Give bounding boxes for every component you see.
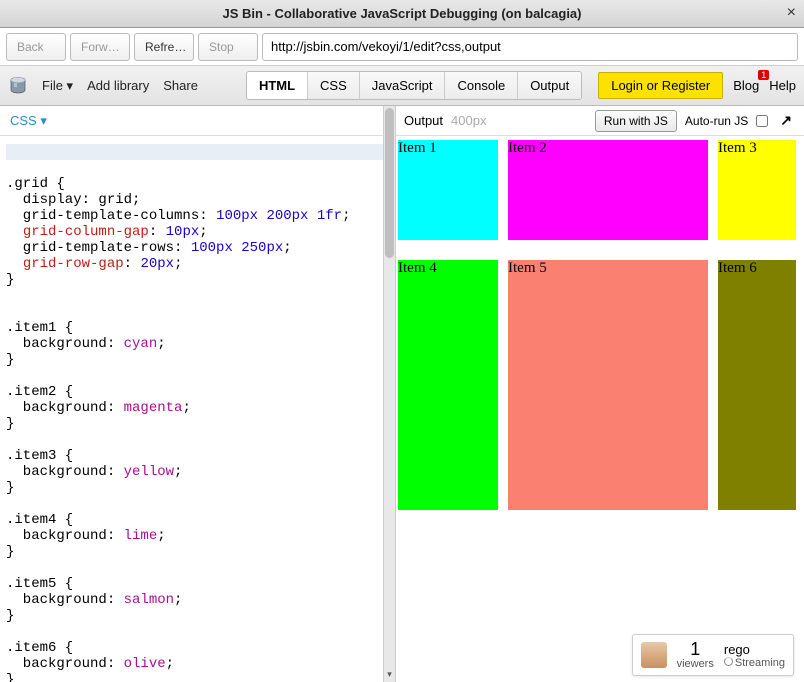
jsbin-logo-icon[interactable]	[8, 75, 28, 97]
popout-icon[interactable]: ↗	[776, 112, 796, 129]
tab-css[interactable]: CSS	[308, 72, 360, 99]
window-title: JS Bin - Collaborative JavaScript Debugg…	[222, 6, 581, 21]
add-library-link[interactable]: Add library	[87, 78, 149, 93]
rendered-grid: Item 1 Item 2 Item 3 Item 4 Item 5 Item …	[398, 140, 796, 510]
viewer-label: viewers	[677, 658, 714, 670]
window-close-icon[interactable]: ×	[787, 4, 796, 22]
help-link[interactable]: Help	[769, 78, 796, 93]
stop-button[interactable]: Stop	[198, 33, 258, 61]
avatar-icon	[641, 642, 667, 668]
stream-status: Streaming	[724, 657, 785, 669]
stream-status-box[interactable]: 1 viewers rego Streaming	[632, 634, 794, 676]
output-pane: Output 400px Run with JS Auto-run JS ↗ I…	[396, 106, 804, 682]
tab-html[interactable]: HTML	[247, 72, 308, 99]
blog-link[interactable]: Blog1	[733, 78, 759, 93]
panel-tabs: HTML CSS JavaScript Console Output	[246, 71, 582, 100]
window-titlebar: JS Bin - Collaborative JavaScript Debugg…	[0, 0, 804, 28]
autorun-checkbox[interactable]	[756, 115, 768, 127]
grid-item-1: Item 1	[398, 140, 498, 240]
grid-item-3: Item 3	[718, 140, 796, 240]
spinner-icon	[724, 657, 733, 666]
grid-item-5: Item 5	[508, 260, 708, 510]
output-width-label: 400px	[451, 113, 486, 128]
grid-item-2: Item 2	[508, 140, 708, 240]
scrollbar-thumb[interactable]	[385, 108, 394, 258]
login-register-button[interactable]: Login or Register	[598, 72, 723, 99]
forward-button[interactable]: Forw…	[70, 33, 130, 61]
css-language-dropdown[interactable]: CSS ▾	[10, 113, 47, 129]
back-button[interactable]: Back	[6, 33, 66, 61]
workspace: CSS ▾ .grid { display: grid; grid-templa…	[0, 106, 804, 682]
tab-output[interactable]: Output	[518, 72, 581, 99]
autorun-label: Auto-run JS	[685, 114, 748, 128]
css-editor-body[interactable]: .grid { display: grid; grid-template-col…	[0, 136, 395, 682]
tab-javascript[interactable]: JavaScript	[360, 72, 446, 99]
output-label: Output	[404, 113, 443, 128]
share-link[interactable]: Share	[163, 78, 198, 93]
app-toolbar: File ▾ Add library Share HTML CSS JavaSc…	[0, 66, 804, 106]
tab-console[interactable]: Console	[445, 72, 518, 99]
blog-badge: 1	[758, 70, 769, 80]
scrollbar-down-icon[interactable]: ▾	[386, 669, 393, 680]
viewer-count: 1	[690, 640, 700, 658]
refresh-button[interactable]: Refre…	[134, 33, 194, 61]
grid-item-6: Item 6	[718, 260, 796, 510]
run-with-js-button[interactable]: Run with JS	[595, 110, 677, 132]
output-body: Item 1 Item 2 Item 3 Item 4 Item 5 Item …	[396, 136, 804, 682]
css-editor-pane: CSS ▾ .grid { display: grid; grid-templa…	[0, 106, 396, 682]
url-input[interactable]	[262, 33, 798, 61]
browser-navbar: Back Forw… Refre… Stop	[0, 28, 804, 66]
file-menu[interactable]: File ▾	[42, 78, 73, 94]
stream-user: rego	[724, 642, 750, 657]
editor-scrollbar[interactable]: ▾	[383, 106, 395, 682]
grid-item-4: Item 4	[398, 260, 498, 510]
